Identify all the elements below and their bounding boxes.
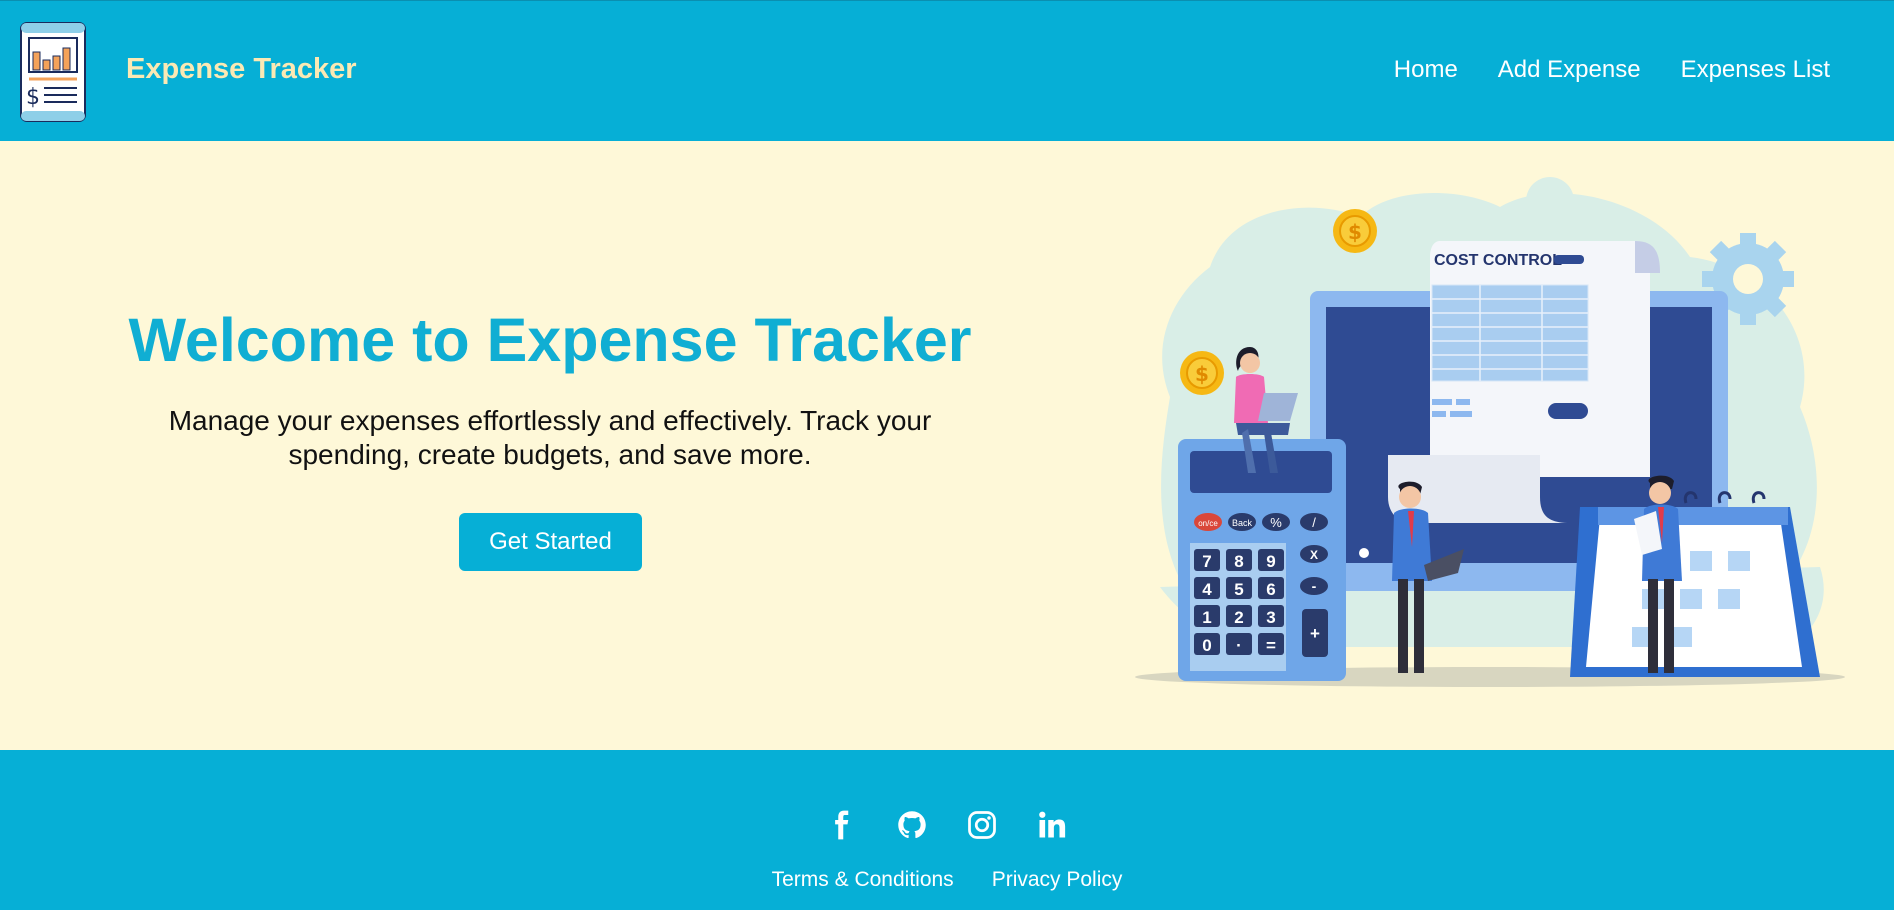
hero-title: Welcome to Expense Tracker — [128, 306, 972, 374]
footer: Terms & Conditions Privacy Policy — [0, 750, 1894, 910]
svg-text:2: 2 — [1234, 608, 1243, 627]
facebook-icon[interactable] — [827, 810, 857, 840]
svg-text:5: 5 — [1234, 580, 1243, 599]
app-logo-icon[interactable]: $ — [20, 22, 86, 122]
svg-text:-: - — [1312, 578, 1317, 594]
instagram-icon[interactable] — [967, 810, 997, 840]
svg-text:/: / — [1312, 515, 1316, 530]
get-started-button[interactable]: Get Started — [459, 513, 642, 571]
coin-icon: $ — [1333, 209, 1377, 253]
svg-text:9: 9 — [1266, 552, 1275, 571]
svg-text:Back: Back — [1232, 518, 1253, 528]
footer-links: Terms & Conditions Privacy Policy — [0, 868, 1894, 892]
svg-text:7: 7 — [1202, 552, 1211, 571]
calendar-icon — [1570, 491, 1820, 677]
svg-text:3: 3 — [1266, 608, 1275, 627]
expense-illustration: COST CONTROL $ $ on/ce Back % / 7 8 9 X … — [1135, 177, 1845, 687]
nav-expenses-list-link[interactable]: Expenses List — [1681, 56, 1830, 84]
svg-text:+: + — [1310, 624, 1320, 643]
nav-add-expense-link[interactable]: Add Expense — [1498, 56, 1641, 84]
social-links — [0, 810, 1894, 840]
svg-text:6: 6 — [1266, 580, 1275, 599]
main-nav: Home Add Expense Expenses List — [1394, 56, 1830, 84]
calculator-icon: on/ce Back % / 7 8 9 X 4 5 6 - 1 2 3 + 0… — [1178, 439, 1346, 681]
hero-section: Welcome to Expense Tracker Manage your e… — [0, 141, 1894, 750]
cost-control-title: COST CONTROL — [1434, 252, 1562, 269]
brand-title[interactable]: Expense Tracker — [126, 53, 357, 86]
nav-home-link[interactable]: Home — [1394, 56, 1458, 84]
hero-subtitle: Manage your expenses effortlessly and ef… — [168, 405, 932, 470]
svg-text:on/ce: on/ce — [1198, 519, 1218, 528]
navbar: $ Expense Tracker Home Add Expense Expen… — [0, 0, 1894, 141]
linkedin-icon[interactable] — [1037, 810, 1067, 840]
terms-link[interactable]: Terms & Conditions — [772, 868, 954, 892]
svg-text:4: 4 — [1202, 580, 1212, 599]
svg-text:·: · — [1236, 636, 1242, 655]
svg-text:X: X — [1310, 548, 1318, 562]
coin-icon: $ — [1180, 351, 1224, 395]
svg-text:1: 1 — [1202, 608, 1211, 627]
svg-text:0: 0 — [1202, 636, 1211, 655]
github-icon[interactable] — [897, 810, 927, 840]
svg-text:8: 8 — [1234, 552, 1243, 571]
svg-text:%: % — [1270, 515, 1282, 530]
svg-text:$: $ — [26, 85, 40, 110]
svg-text:$: $ — [1348, 220, 1362, 244]
privacy-link[interactable]: Privacy Policy — [992, 868, 1123, 892]
svg-text:$: $ — [1195, 362, 1209, 386]
svg-text:=: = — [1266, 636, 1276, 655]
